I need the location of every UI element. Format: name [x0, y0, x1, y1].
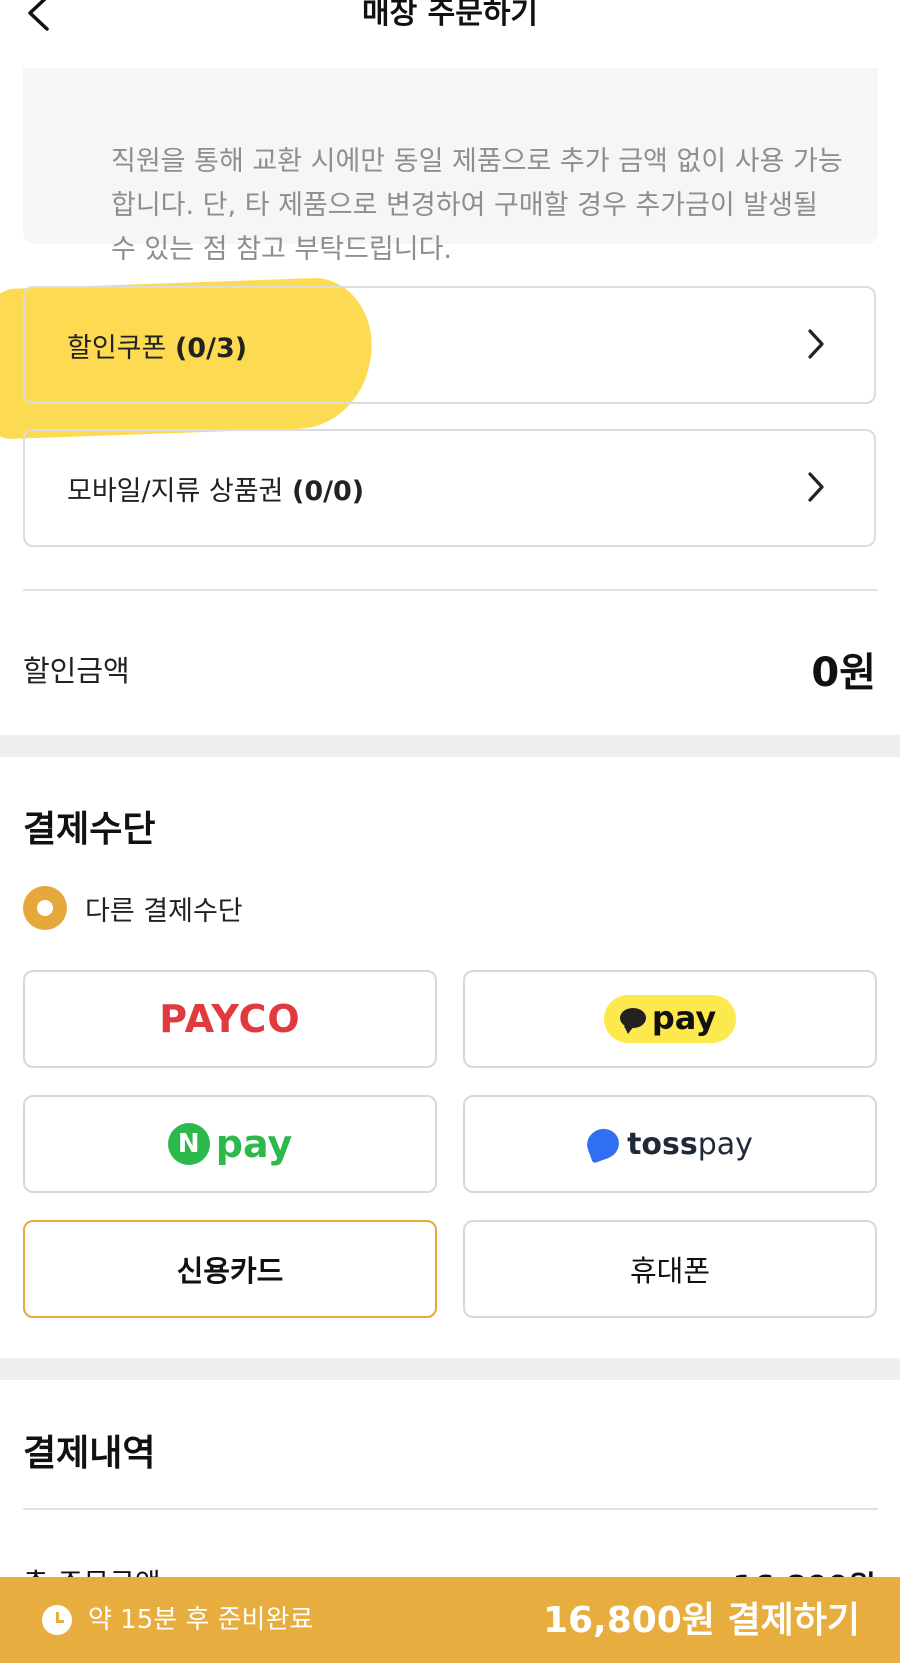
notice-box: 직원을 통해 교환 시에만 동일 제품으로 추가 금액 없이 사용 가능합니다.… [23, 68, 878, 265]
pay-button[interactable]: 16,800원 결제하기 [543, 1591, 860, 1643]
section-separator [0, 1358, 900, 1380]
radio-selected-icon [23, 886, 67, 930]
credit-card-button[interactable]: 신용카드 [23, 1220, 437, 1318]
section-separator [0, 735, 900, 757]
discount-amount-label: 할인금액 [23, 654, 130, 688]
toss-pay-button[interactable]: tosspay [463, 1095, 877, 1193]
checkout-bar[interactable]: 약 15분 후 준비완료 16,800원 결제하기 [0, 1577, 900, 1663]
naver-pay-logo: N pay [167, 1122, 292, 1166]
divider [23, 589, 878, 591]
clock-icon [42, 1605, 72, 1635]
kakao-pay-button[interactable]: pay [463, 970, 877, 1068]
kakao-pay-logo: pay [603, 995, 737, 1043]
chevron-right-icon [808, 329, 824, 359]
notice-text: 직원을 통해 교환 시에만 동일 제품으로 추가 금액 없이 사용 가능합니다.… [111, 146, 843, 265]
payco-logo: PAYCO [159, 997, 301, 1041]
page-title: 매장 주문하기 [361, 0, 539, 31]
naver-n-icon: N [167, 1123, 210, 1165]
phone-payment-label: 휴대폰 [629, 1254, 711, 1288]
discount-amount-value: 0원 [811, 650, 876, 696]
gift-card-row[interactable]: 모바일/지류 상품권 (0/0) [23, 429, 876, 547]
other-payment-radio[interactable]: 다른 결제수단 [23, 883, 243, 933]
naver-pay-button[interactable]: N pay [23, 1095, 437, 1193]
gift-card-label: 모바일/지류 상품권 (0/0) [67, 475, 365, 507]
ready-time-text: 약 15분 후 준비완료 [88, 1605, 314, 1635]
payment-history-title: 결제내역 [23, 1433, 156, 1474]
payment-section-title: 결제수단 [23, 809, 156, 850]
credit-card-label: 신용카드 [176, 1254, 284, 1288]
phone-payment-button[interactable]: 휴대폰 [463, 1220, 877, 1318]
speech-bubble-icon [619, 1008, 646, 1034]
toss-logo-icon [582, 1124, 624, 1164]
payco-button[interactable]: PAYCO [23, 970, 437, 1068]
other-payment-label: 다른 결제수단 [85, 895, 243, 927]
discount-coupon-label: 할인쿠폰 (0/3) [67, 332, 248, 364]
top-header: 매장 주문하기 [0, 0, 900, 68]
divider [23, 1508, 878, 1510]
discount-coupon-row[interactable]: 할인쿠폰 (0/3) [23, 286, 876, 404]
chevron-right-icon [808, 472, 824, 502]
toss-pay-logo: tosspay [582, 1124, 753, 1164]
